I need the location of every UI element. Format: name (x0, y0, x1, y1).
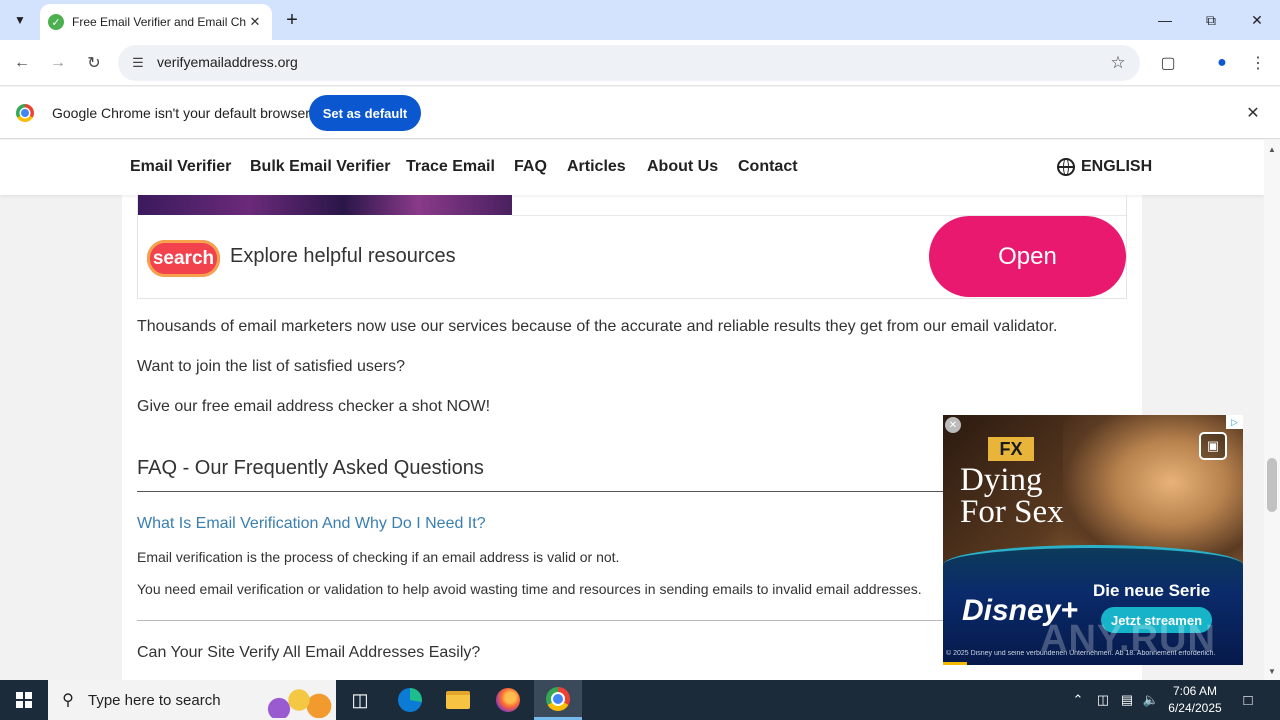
nav-trace-email[interactable]: Trace Email (406, 158, 495, 176)
clock-time: 7:06 AM (1172, 684, 1218, 698)
reload-icon[interactable]: ↻ (80, 49, 108, 77)
search-highlight-image (255, 688, 335, 718)
search-logo[interactable]: search (147, 240, 220, 277)
new-tab-button[interactable]: + (280, 8, 304, 32)
nav-email-verifier[interactable]: Email Verifier (130, 158, 231, 176)
lock-icon[interactable]: ▣ (1199, 432, 1227, 460)
faq-answer: Email verification is the process of che… (137, 549, 620, 565)
ad-open-button[interactable]: Open (929, 216, 1126, 297)
faq-question[interactable]: Can Your Site Verify All Email Addresses… (137, 644, 480, 662)
edge-icon (398, 688, 422, 712)
ad-show-title: Dying For Sex (960, 462, 1064, 530)
scroll-down-arrow-icon[interactable]: ▼ (1264, 664, 1280, 678)
nav-bulk-email-verifier[interactable]: Bulk Email Verifier (250, 158, 391, 176)
firefox-icon (496, 688, 520, 712)
minimize-button[interactable]: — (1142, 0, 1188, 40)
url-text[interactable]: verifyemailaddress.org (157, 54, 298, 70)
intro-paragraph: Want to join the list of satisfied users… (137, 358, 405, 375)
close-window-button[interactable]: ✕ (1234, 0, 1280, 40)
scroll-up-arrow-icon[interactable]: ▲ (1264, 142, 1280, 156)
folder-icon (446, 691, 470, 709)
infobar-close-icon[interactable]: ✕ (1243, 103, 1263, 123)
restore-button[interactable]: ⧉ (1188, 0, 1234, 40)
browser-tab[interactable]: ✓ Free Email Verifier and Email Ch ✕ (40, 4, 272, 40)
search-placeholder: Type here to search (88, 691, 221, 709)
puzzle-icon[interactable]: ▢ (1154, 49, 1182, 77)
site-navigation: Email Verifier Bulk Email Verifier Trace… (0, 140, 1264, 195)
tune-icon[interactable]: ☰ (130, 55, 146, 71)
forward-arrow-icon[interactable]: → (44, 49, 72, 77)
network-icon[interactable]: ▤ (1116, 680, 1138, 720)
back-arrow-icon[interactable]: ← (8, 49, 36, 77)
task-view-icon[interactable]: ◫ (336, 680, 384, 720)
globe-icon (1057, 158, 1075, 176)
star-icon[interactable]: ☆ (1106, 51, 1130, 75)
file-explorer-app[interactable] (434, 680, 482, 720)
chrome-app[interactable] (534, 680, 582, 720)
watermark: ANY.RUN (1040, 618, 1216, 660)
notification-icon[interactable]: □ (1232, 680, 1264, 720)
fx-badge: FX (988, 437, 1034, 461)
faq-question-link[interactable]: What Is Email Verification And Why Do I … (137, 515, 486, 533)
infobar-message: Google Chrome isn't your default browser (52, 105, 310, 121)
start-button[interactable] (0, 680, 48, 720)
tab-strip: ▼ ✓ Free Email Verifier and Email Ch ✕ +… (0, 0, 1280, 40)
person-icon[interactable]: ● (1208, 49, 1236, 77)
scrollbar-thumb[interactable] (1267, 458, 1277, 512)
intro-paragraph: Give our free email address checker a sh… (137, 398, 491, 415)
chrome-icon (546, 686, 570, 711)
ad-text[interactable]: Explore helpful resources (230, 245, 456, 268)
firefox-app[interactable] (484, 680, 532, 720)
ad-title-line: For Sex (960, 494, 1064, 530)
nav-contact[interactable]: Contact (738, 158, 798, 176)
ad-close-icon[interactable]: ✕ (945, 417, 961, 433)
page-scrollbar[interactable] (1264, 140, 1280, 680)
tab-search-icon[interactable]: ▼ (6, 6, 34, 34)
adchoices-icon[interactable]: ▷ (1226, 415, 1243, 429)
edge-app[interactable] (386, 680, 434, 720)
nav-articles[interactable]: Articles (567, 158, 626, 176)
check-icon: ✓ (48, 14, 64, 30)
language-label: ENGLISH (1081, 158, 1153, 175)
close-tab-icon[interactable]: ✕ (246, 13, 264, 31)
tray-overflow-icon[interactable]: ⌃ (1068, 680, 1088, 720)
faq-answer: You need email verification or validatio… (137, 581, 922, 597)
search-icon: ⚲ (62, 692, 74, 709)
kebab-icon[interactable]: ⋮ (1244, 49, 1272, 77)
volume-icon[interactable]: 🔈 (1140, 680, 1162, 720)
windows-icon (16, 692, 32, 708)
set-as-default-button[interactable]: Set as default (309, 95, 421, 131)
nav-faq[interactable]: FAQ (514, 158, 547, 176)
language-selector[interactable]: ENGLISH (1057, 158, 1152, 176)
ad-title-line: Dying (960, 462, 1043, 498)
device-icon[interactable]: ◫ (1092, 680, 1114, 720)
clock-date: 6/24/2025 (1168, 701, 1222, 715)
intro-paragraph: Thousands of email marketers now use our… (137, 318, 1058, 335)
ad-headline: Die neue Serie (1093, 581, 1211, 600)
clock[interactable]: 7:06 AM 6/24/2025 (1160, 683, 1230, 717)
tab-title: Free Email Verifier and Email Ch (72, 15, 246, 29)
nav-about-us[interactable]: About Us (647, 158, 718, 176)
faq-heading: FAQ - Our Frequently Asked Questions (137, 457, 484, 479)
ad-progress-bar (943, 662, 967, 665)
chrome-logo-icon (16, 104, 34, 122)
